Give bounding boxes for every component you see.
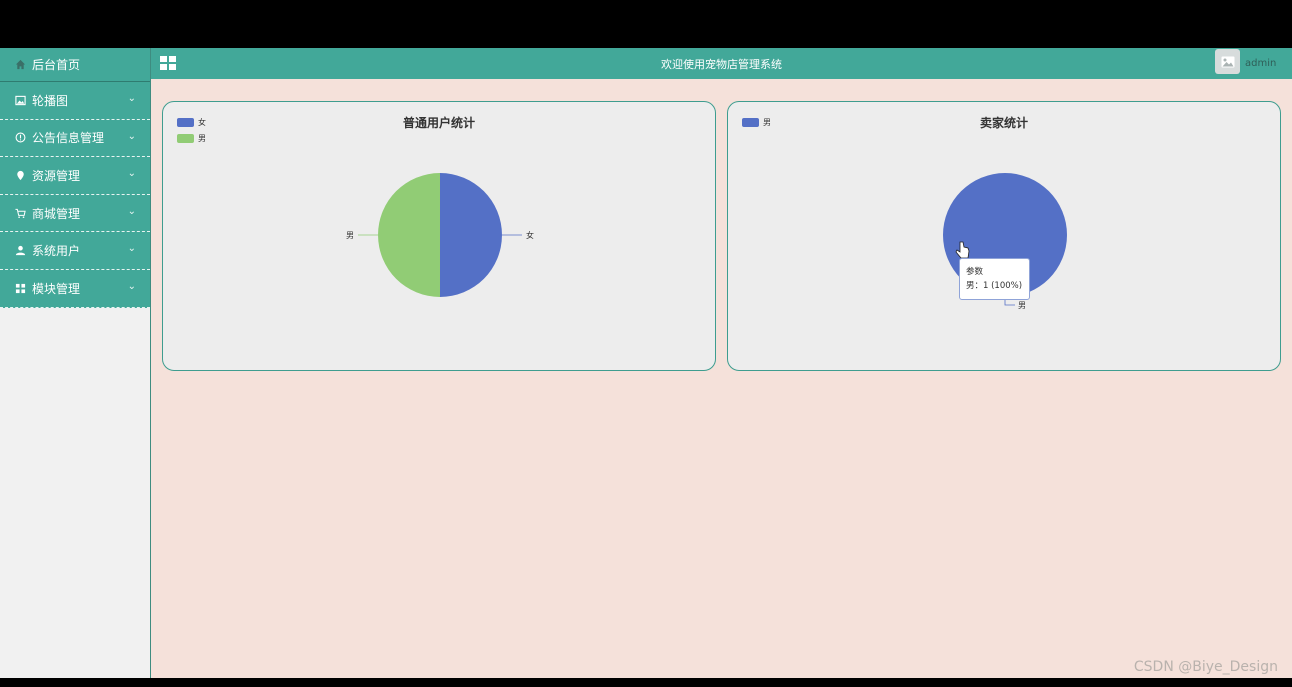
chevron-down-icon: ⌄ <box>127 243 136 255</box>
chart-title: 普通用户统计 <box>402 116 475 130</box>
legend-label: 男 <box>198 133 206 143</box>
tooltip-text: 男：1 (100%) <box>966 281 1023 291</box>
sidebar-item-carousel[interactable]: 轮播图 ⌄ <box>0 82 150 120</box>
legend-label: 女 <box>198 117 206 127</box>
cart-icon <box>15 208 26 219</box>
chart-card-sellers: 男 卖家统计 男 参数 男：1 (100%) <box>727 101 1281 371</box>
pie-slice-1[interactable] <box>378 173 440 297</box>
chart-card-regular-users: 女男 普通用户统计 女 男 <box>162 101 716 371</box>
sidebar: 后台首页 轮播图 ⌄ 公告信息管理 ⌄ 资源管理 ⌄ 商城管理 ⌄ 系统用户 ⌄… <box>0 48 151 678</box>
location-pin-icon <box>15 170 26 181</box>
home-icon <box>15 59 26 70</box>
sidebar-item-label: 后台首页 <box>32 58 81 72</box>
user-icon <box>15 245 26 256</box>
chevron-down-icon: ⌄ <box>127 280 136 292</box>
slice-label: 男 <box>1018 301 1026 310</box>
chart-legend: 男 <box>742 114 771 130</box>
sidebar-item-label: 模块管理 <box>32 281 81 296</box>
username[interactable]: admin <box>1245 58 1276 69</box>
watermark: CSDN @Biye_Design <box>1133 659 1278 675</box>
grid-icon <box>15 283 26 294</box>
chevron-down-icon: ⌄ <box>127 168 136 180</box>
legend-label: 男 <box>763 117 771 127</box>
chevron-down-icon: ⌄ <box>127 93 136 104</box>
chart-legend: 女 男 <box>177 114 206 146</box>
legend-swatch <box>742 117 759 127</box>
sidebar-item-label: 资源管理 <box>32 168 81 183</box>
pie-slice-0[interactable] <box>440 173 502 297</box>
avatar[interactable] <box>1215 49 1240 74</box>
slice-label: 男 <box>346 231 354 240</box>
top-bar: 欢迎使用宠物店管理系统 admin <box>151 48 1292 79</box>
legend-swatch <box>177 133 194 143</box>
sidebar-item-label: 商城管理 <box>32 206 81 221</box>
chevron-down-icon: ⌄ <box>127 130 136 142</box>
legend-item[interactable]: 女 <box>177 114 206 130</box>
legend-swatch <box>177 117 194 127</box>
sidebar-item-label: 轮播图 <box>32 93 69 108</box>
pie-chart-regular-users: 女男 <box>346 173 534 297</box>
chart-tooltip: 参数 男：1 (100%) <box>959 258 1030 300</box>
sidebar-item-resources[interactable]: 资源管理 ⌄ <box>0 157 150 195</box>
sidebar-item-label: 公告信息管理 <box>32 131 105 146</box>
chevron-down-icon: ⌄ <box>127 205 136 217</box>
sidebar-item-label: 系统用户 <box>32 244 81 259</box>
sidebar-item-users[interactable]: 系统用户 ⌄ <box>0 232 150 270</box>
sidebar-item-shop[interactable]: 商城管理 ⌄ <box>0 194 150 233</box>
chart-title: 卖家统计 <box>979 116 1028 130</box>
page-title: 欢迎使用宠物店管理系统 <box>661 58 782 71</box>
sidebar-item-notice[interactable]: 公告信息管理 ⌄ <box>0 119 150 158</box>
sidebar-item-home[interactable]: 后台首页 <box>0 48 150 82</box>
pie-chart-sellers: 男 <box>943 173 1067 310</box>
image-placeholder-icon <box>1221 56 1234 67</box>
legend-item[interactable]: 男 <box>177 130 206 146</box>
sidebar-item-modules[interactable]: 模块管理 ⌄ <box>0 269 150 308</box>
info-icon <box>15 132 26 143</box>
app-shell: 后台首页 轮播图 ⌄ 公告信息管理 ⌄ 资源管理 ⌄ 商城管理 ⌄ 系统用户 ⌄… <box>0 48 1292 678</box>
slice-label: 女 <box>526 230 534 240</box>
image-icon <box>15 95 26 106</box>
legend-item[interactable]: 男 <box>742 114 771 130</box>
tooltip-header: 参数 <box>966 267 984 277</box>
